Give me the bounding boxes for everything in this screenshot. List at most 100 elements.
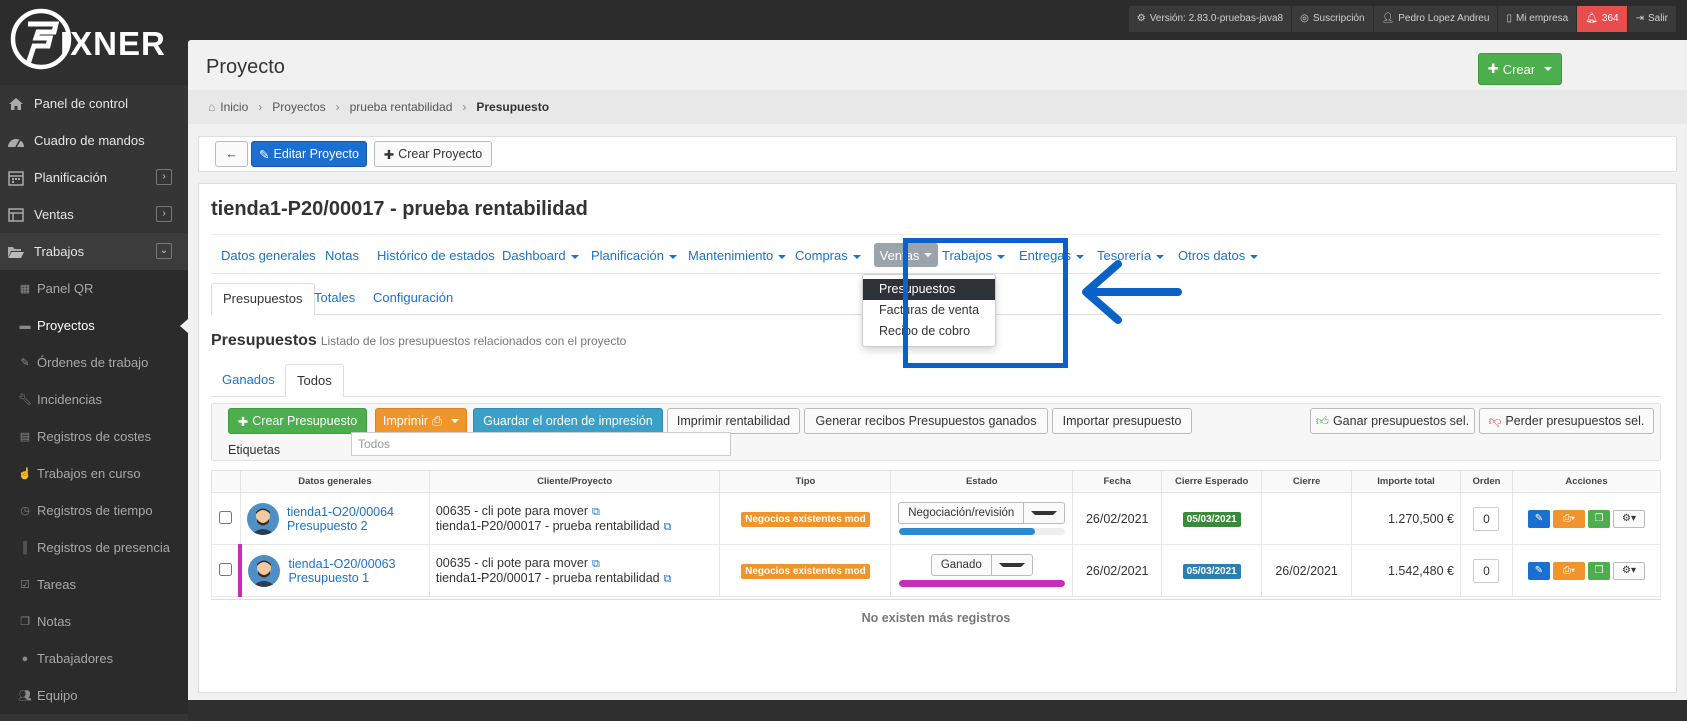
row-checkbox[interactable] xyxy=(219,510,233,524)
sidebar-subitem-notas[interactable]: ❐ Notas xyxy=(0,603,188,640)
sidebar-item-ventas[interactable]: Ventas › xyxy=(0,196,188,233)
sidebar-subitem-registros-costes[interactable]: ▤ Registros de costes xyxy=(0,418,188,455)
column-header-cierre-esperado[interactable]: Cierre Esperado xyxy=(1161,470,1263,493)
column-header-cliente-proyecto[interactable]: Cliente/Proyecto xyxy=(428,470,721,493)
copy-icon[interactable]: ❐ xyxy=(1587,561,1610,580)
print-icon[interactable]: ⎙▾ xyxy=(1552,509,1585,528)
column-header-importe-total[interactable]: Importe total xyxy=(1351,470,1462,493)
sidebar-item-panel-control[interactable]: Panel de control xyxy=(0,85,188,122)
tab-mantenimiento[interactable]: Mantenimiento xyxy=(688,248,787,263)
edit-icon[interactable]: ✎ xyxy=(1527,509,1550,528)
lose-selected-button[interactable]: 👎︎ Perder presupuestos sel. xyxy=(1479,408,1654,434)
create-presupuesto-button[interactable]: ✚ Crear Presupuesto xyxy=(228,408,367,434)
caret-down-icon xyxy=(570,254,579,259)
estado-dropdown[interactable]: Negociación/revisión xyxy=(898,502,1066,524)
edit-icon[interactable]: ✎ xyxy=(1527,561,1550,580)
column-header-tipo[interactable]: Tipo xyxy=(719,470,892,493)
estado-dropdown[interactable]: Ganado xyxy=(930,554,1033,576)
row-checkbox[interactable] xyxy=(218,562,232,576)
sidebar-subitem-incidencias[interactable]: 🔧︎ Incidencias xyxy=(0,381,188,418)
menu-item-presupuestos[interactable]: Presupuestos xyxy=(863,279,995,300)
external-link-icon[interactable]: ⧉ xyxy=(592,506,600,519)
arrow-left-icon xyxy=(1082,260,1182,324)
subtab-configuracion[interactable]: Configuración xyxy=(362,283,464,315)
tab-ventas[interactable]: Ventas xyxy=(874,243,938,267)
chevron-right-icon[interactable]: › xyxy=(156,169,172,185)
copy-icon[interactable]: ❐ xyxy=(1587,509,1610,528)
sidebar-subitem-ordenes[interactable]: ✎ Órdenes de trabajo xyxy=(0,344,188,381)
external-link-icon[interactable]: ⧉ xyxy=(664,573,672,586)
chevron-right-icon[interactable]: › xyxy=(156,206,172,222)
breadcrumb-proyectos[interactable]: Proyectos xyxy=(272,100,325,114)
user-link[interactable]: 👤︎ Pedro Lopez Andreu xyxy=(1374,6,1499,32)
presupuesto-name-link[interactable]: Presupuesto 2 xyxy=(287,519,394,533)
sidebar-subitem-tareas[interactable]: ☑ Tareas xyxy=(0,566,188,603)
sidebar-subitem-equipo[interactable]: 👥︎ Equipo xyxy=(0,677,188,714)
presupuesto-code-link[interactable]: tienda1-O20/00063 xyxy=(288,557,395,571)
sidebar-subitem-registros-tiempo[interactable]: ◷ Registros de tiempo xyxy=(0,492,188,529)
breadcrumb-inicio[interactable]: Inicio xyxy=(220,100,248,114)
subtab-totales[interactable]: Totales xyxy=(303,283,366,315)
column-header-fecha[interactable]: Fecha xyxy=(1072,470,1163,493)
win-selected-button[interactable]: 👍︎ Ganar presupuestos sel. xyxy=(1310,408,1475,434)
orden-input[interactable]: 0 xyxy=(1473,558,1500,583)
sidebar-item-cuadro-mandos[interactable]: Cuadro de mandos xyxy=(0,122,188,159)
generate-receipts-button[interactable]: Generar recibos Presupuestos ganados xyxy=(804,408,1048,434)
notifications-button[interactable]: 🔔︎ 364 xyxy=(1577,6,1628,32)
print-rentabilidad-button[interactable]: Imprimir rentabilidad xyxy=(667,408,800,434)
sidebar-subitem-panel-qr[interactable]: ▦ Panel QR xyxy=(0,270,188,307)
subtab-presupuestos[interactable]: Presupuestos xyxy=(211,283,315,315)
tab-otros-datos[interactable]: Otros datos xyxy=(1178,248,1259,263)
thumbs-down-icon: 👎︎ xyxy=(1488,413,1502,428)
gears-icon[interactable]: ⚙▾ xyxy=(1612,509,1645,528)
tab-compras[interactable]: Compras xyxy=(795,248,861,263)
tab-historico[interactable]: Histórico de estados xyxy=(377,248,495,263)
presupuesto-name-link[interactable]: Presupuesto 1 xyxy=(288,571,395,585)
sidebar-subitem-proyectos[interactable]: ▬ Proyectos xyxy=(0,307,188,344)
column-header-orden[interactable]: Orden xyxy=(1460,470,1513,493)
external-link-icon[interactable]: ⧉ xyxy=(664,521,672,534)
filter-tab-todos[interactable]: Todos xyxy=(285,364,344,397)
sidebar-item-trabajos[interactable]: Trabajos ⌄ xyxy=(0,233,188,270)
etiquetas-select[interactable]: Todos xyxy=(351,432,731,456)
tab-trabajos[interactable]: Trabajos xyxy=(942,248,1006,263)
menu-item-recibo-cobro[interactable]: Recibo de cobro xyxy=(863,321,995,342)
edit-project-button[interactable]: ✎ Editar Proyecto xyxy=(251,141,367,167)
orden-input[interactable]: 0 xyxy=(1473,506,1500,531)
column-header-cierre[interactable]: Cierre xyxy=(1261,470,1353,493)
print-icon[interactable]: ⎙▾ xyxy=(1552,561,1585,580)
version-link[interactable]: ⚙ Versión: 2.83.0-pruebas-java8 xyxy=(1129,6,1293,32)
tab-dashboard[interactable]: Dashboard xyxy=(502,248,579,263)
fixner-logo[interactable]: IXNER xyxy=(8,6,183,72)
subscription-link[interactable]: ◎ Suscripción xyxy=(1292,6,1374,32)
import-presupuesto-button[interactable]: Importar presupuesto xyxy=(1052,408,1192,434)
print-dropdown-button[interactable]: Imprimir ⎙ xyxy=(375,408,467,434)
tab-datos-generales[interactable]: Datos generales xyxy=(221,248,316,263)
back-button[interactable]: ← xyxy=(215,141,248,167)
company-link[interactable]: ▯ Mi empresa xyxy=(1498,6,1578,32)
chevron-down-icon[interactable]: ⌄ xyxy=(156,243,172,259)
tab-notas[interactable]: Notas xyxy=(325,248,359,263)
logout-link[interactable]: ⇥ Salir xyxy=(1628,6,1677,32)
tab-planificacion[interactable]: Planificación xyxy=(591,248,677,263)
sidebar-subitem-trabajadores[interactable]: ● Trabajadores xyxy=(0,640,188,677)
presupuesto-code-link[interactable]: tienda1-O20/00064 xyxy=(287,505,394,519)
client-name: 00635 - cli pote para mover xyxy=(435,503,589,518)
column-header-datos-generales[interactable]: Datos generales xyxy=(239,470,430,493)
sidebar-subitem-trabajos-curso[interactable]: ☝ Trabajos en curso xyxy=(0,455,188,492)
column-header-acciones: Acciones xyxy=(1511,470,1662,493)
column-header-estado[interactable]: Estado xyxy=(890,470,1074,493)
crear-dropdown-button[interactable]: ✚ Crear xyxy=(1478,53,1562,85)
save-print-order-button[interactable]: Guardar el orden de impresión xyxy=(473,408,663,434)
caret-down-icon xyxy=(1250,254,1259,259)
create-project-button[interactable]: ✚ Crear Proyecto xyxy=(374,141,492,167)
gears-icon[interactable]: ⚙▾ xyxy=(1612,561,1645,580)
breadcrumb-prueba-rentabilidad[interactable]: prueba rentabilidad xyxy=(350,100,453,114)
menu-item-facturas-venta[interactable]: Facturas de venta xyxy=(863,300,995,321)
sidebar-subitem-registros-presencia[interactable]: ║ Registros de presencia xyxy=(0,529,188,566)
external-link-icon[interactable]: ⧉ xyxy=(592,558,600,571)
sidebar-item-planificacion[interactable]: Planificación › xyxy=(0,159,188,196)
filter-tab-ganados[interactable]: Ganados xyxy=(211,364,286,397)
estado-progress-bar xyxy=(898,528,1065,535)
tab-entregas[interactable]: Entregas xyxy=(1019,248,1085,263)
